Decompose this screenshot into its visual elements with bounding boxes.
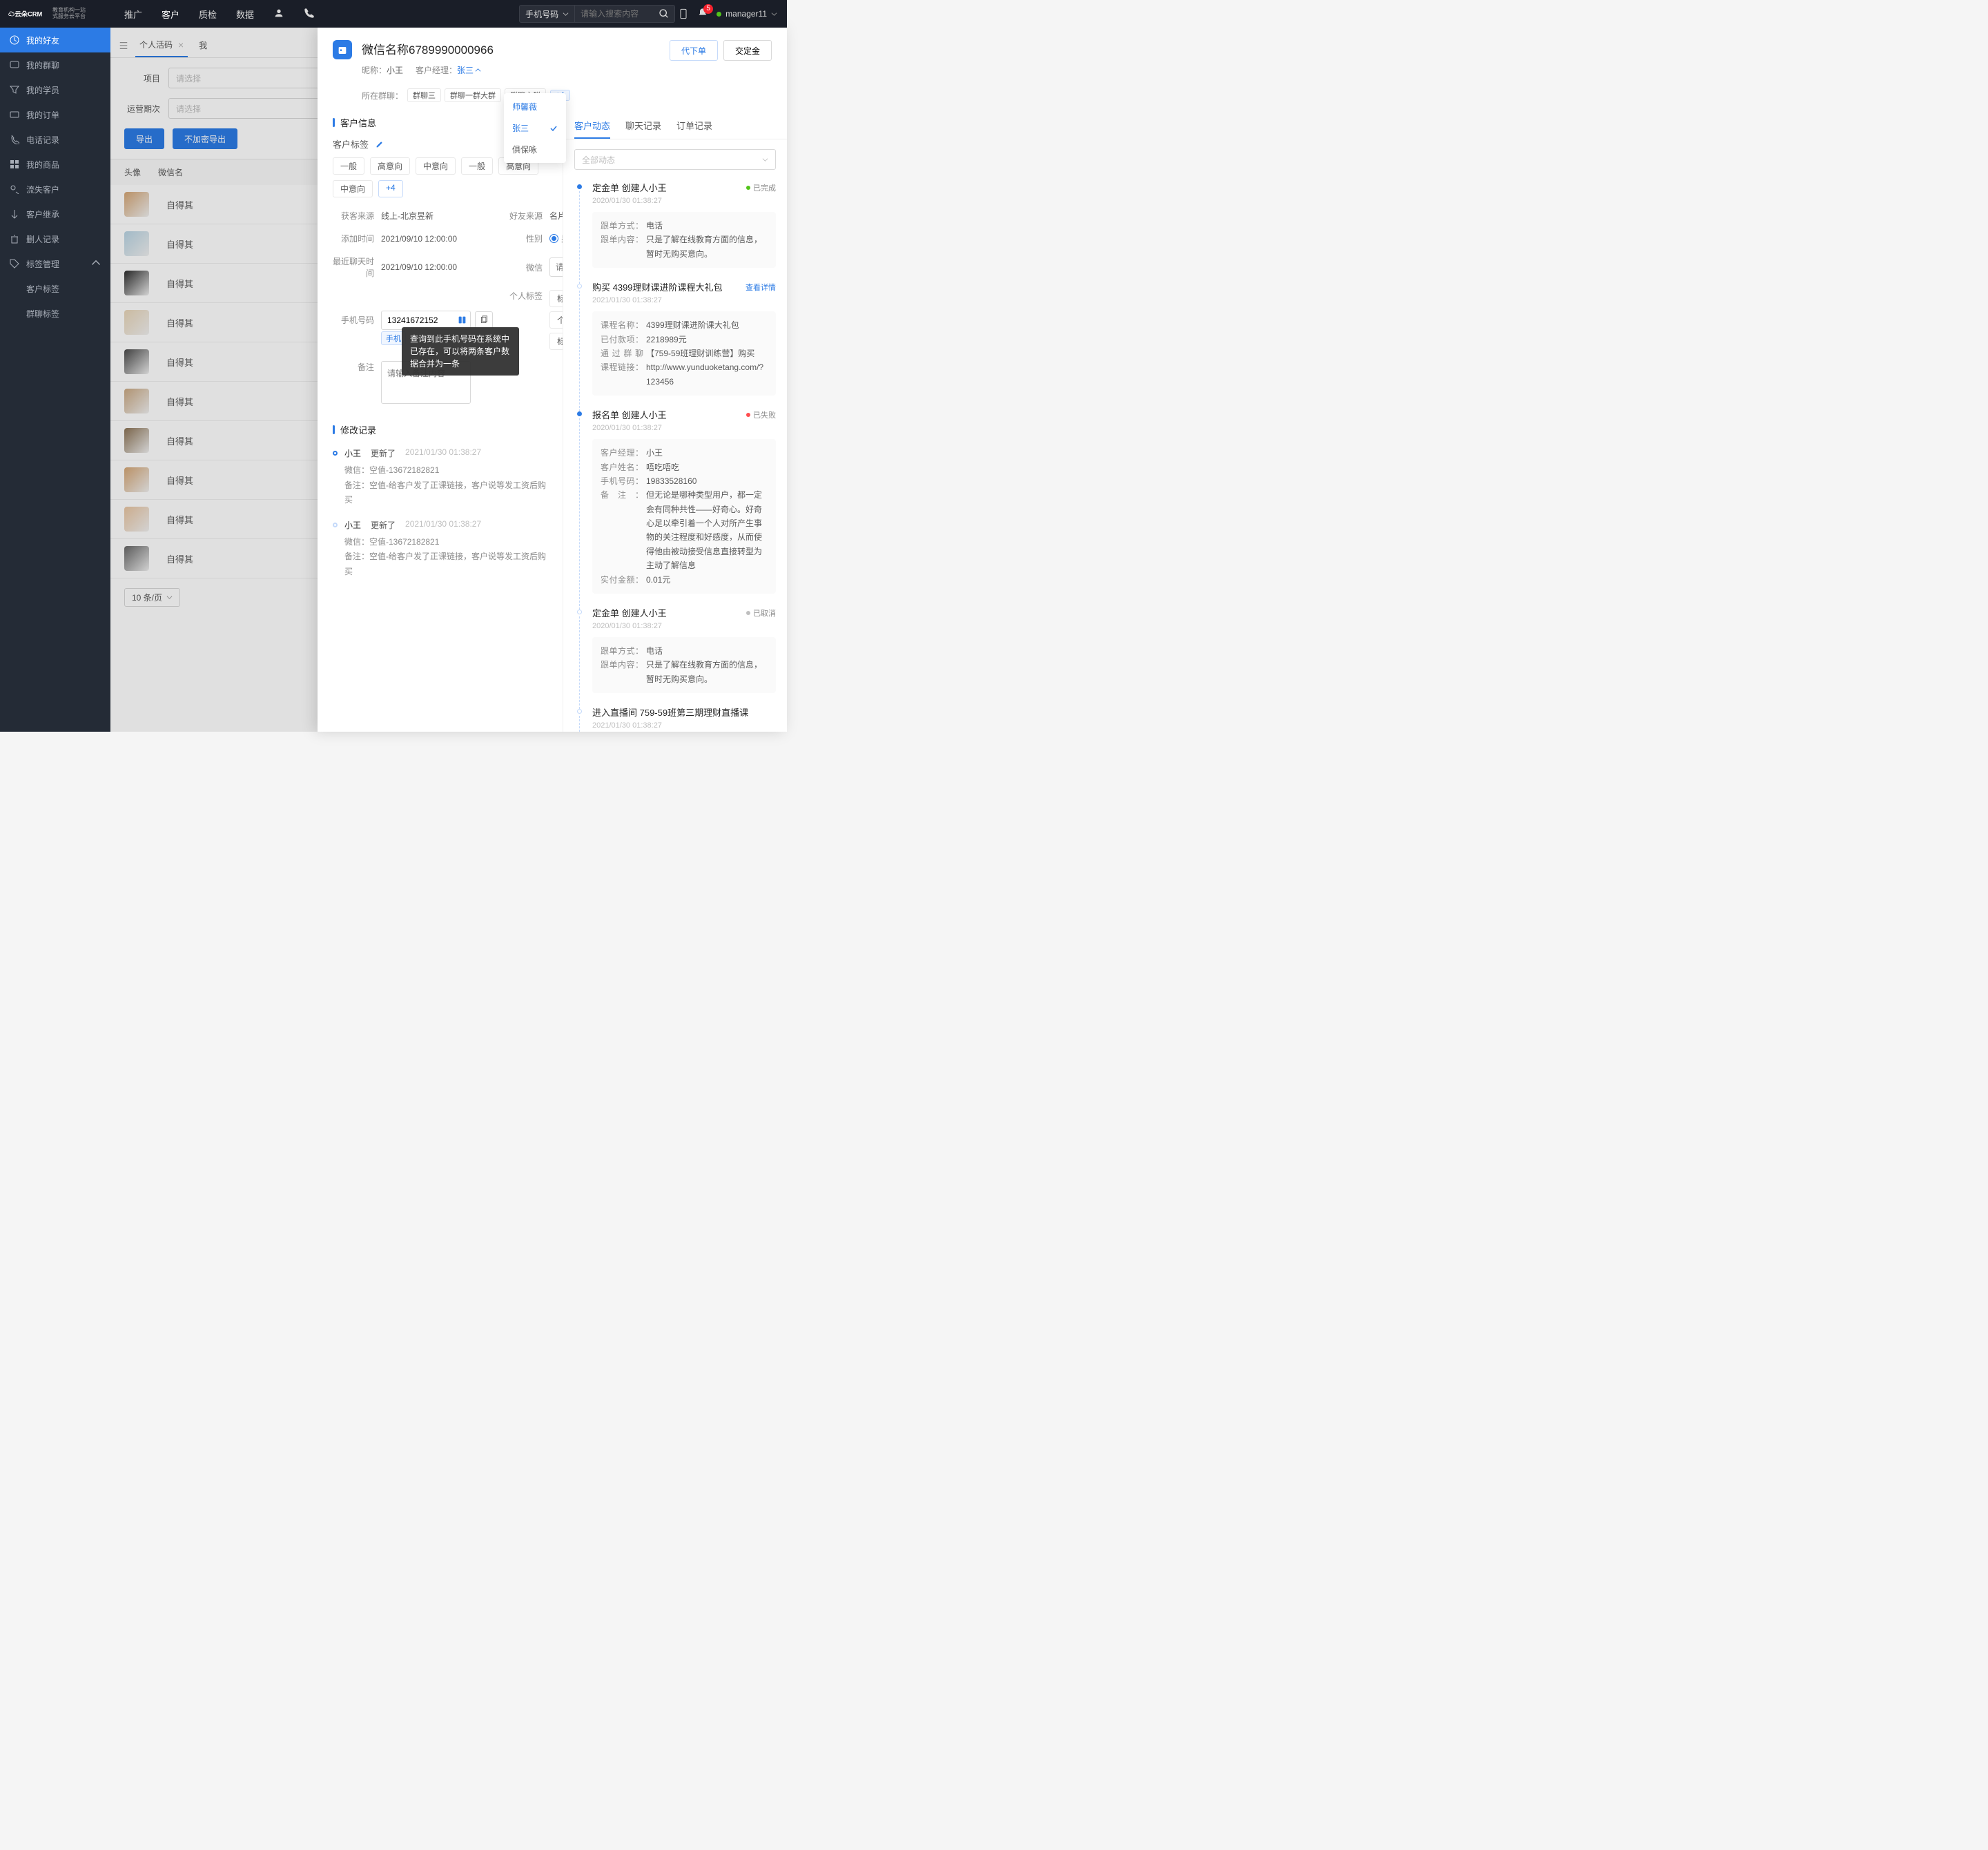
activity-item: 定金单 创建人小王已完成2020/01/30 01:38:27跟单方式：电话跟单…	[578, 181, 776, 280]
activity-item: 购买 4399理财课进阶课程大礼包查看详情2021/01/30 01:38:27…	[578, 280, 776, 408]
phone-icon[interactable]	[304, 8, 315, 19]
app-header: ☁云朵CRM 教育机构一站式服务云平台 推广 客户 质检 数据 手机号码 5 m…	[0, 0, 787, 28]
columns-icon[interactable]	[458, 315, 467, 324]
customer-tag[interactable]: 一般	[333, 157, 364, 175]
sidebar-item-2[interactable]: 我的学员	[0, 77, 110, 102]
manager-dropdown: 师馨薇张三俱保咏	[504, 93, 566, 163]
personal-tag[interactable]: 标签1	[549, 333, 563, 350]
group-chip[interactable]: 群聊三	[407, 88, 441, 102]
tab-activity[interactable]: 客户动态	[574, 119, 610, 139]
header-search: 手机号码	[519, 5, 670, 23]
sidebar-item-4[interactable]: 电话记录	[0, 127, 110, 152]
customer-tag[interactable]: 中意向	[416, 157, 456, 175]
sidebar-item-5[interactable]: 我的商品	[0, 152, 110, 177]
customer-drawer: 微信名称6789990000966 昵称：小王 客户经理：张三 师馨薇张三俱保咏…	[318, 28, 787, 732]
activity-item: 定金单 创建人小王已取消2020/01/30 01:38:27跟单方式：电话跟单…	[578, 606, 776, 705]
activity-item: 进入直播间 759-59班第三期理财直播课2021/01/30 01:38:27…	[578, 705, 776, 732]
customer-tag[interactable]: 一般	[461, 157, 493, 175]
activity-item: 报名单 创建人小王已失败2020/01/30 01:38:27客户经理：小王客户…	[578, 408, 776, 606]
section-modify: 修改记录	[333, 423, 547, 436]
status-dot	[717, 12, 721, 17]
tag-more[interactable]: +4	[378, 180, 403, 197]
group-chip[interactable]: 群聊一群大群	[445, 88, 501, 102]
phone-duplicate-tooltip: 查询到此手机号码在系统中已存在，可以将两条客户数据合并为一条	[402, 327, 519, 376]
notification-badge: 5	[703, 4, 713, 14]
customer-tag[interactable]: 高意向	[370, 157, 410, 175]
copy-phone-button[interactable]	[475, 311, 493, 329]
manager-option[interactable]: 师馨薇	[504, 96, 566, 117]
nav-customer[interactable]: 客户	[162, 8, 179, 21]
deposit-button[interactable]: 交定金	[723, 40, 772, 61]
view-detail[interactable]: 查看详情	[746, 282, 776, 293]
sidebar-item-6[interactable]: 流失客户	[0, 177, 110, 202]
sidebar-item-7[interactable]: 客户继承	[0, 202, 110, 226]
manager-option[interactable]: 张三	[504, 117, 566, 139]
left-sidebar: 我的好友我的群聊我的学员我的订单电话记录我的商品流失客户客户继承删人记录标签管理…	[0, 28, 110, 732]
edit-tags-icon[interactable]	[376, 139, 384, 148]
logo: ☁云朵CRM 教育机构一站式服务云平台	[0, 7, 110, 21]
svg-text:☁云朵CRM: ☁云朵CRM	[8, 10, 42, 17]
sidebar-item-9[interactable]: 标签管理	[0, 251, 110, 276]
tab-chat[interactable]: 聊天记录	[625, 119, 661, 139]
mobile-icon[interactable]	[678, 8, 689, 19]
personal-tag[interactable]: 标签1	[549, 290, 563, 307]
search-type-select[interactable]: 手机号码	[519, 5, 575, 23]
search-icon[interactable]	[659, 8, 670, 19]
modify-item: 小王更新了2021/01/30 01:38:27微信：空值-1367218282…	[333, 445, 547, 516]
sidebar-item-1[interactable]: 我的群聊	[0, 52, 110, 77]
nav-data[interactable]: 数据	[236, 8, 254, 21]
customer-icon	[333, 40, 352, 59]
sidebar-item-0[interactable]: 我的好友	[0, 28, 110, 52]
manager-option[interactable]: 俱保咏	[504, 139, 566, 160]
sidebar-sub[interactable]: 群聊标签	[0, 301, 110, 326]
sidebar-item-3[interactable]: 我的订单	[0, 102, 110, 127]
tab-orders[interactable]: 订单记录	[676, 119, 712, 139]
manager-select[interactable]: 张三	[457, 64, 481, 76]
personal-tag[interactable]: 个人标签12	[549, 311, 563, 329]
top-nav: 推广 客户 质检 数据	[110, 8, 315, 21]
wechat-input[interactable]	[549, 257, 563, 277]
gender-male[interactable]: 男	[549, 233, 563, 244]
notifications[interactable]: 5	[697, 8, 708, 21]
sidebar-item-8[interactable]: 删人记录	[0, 226, 110, 251]
current-user[interactable]: manager11	[717, 9, 777, 19]
user-icon[interactable]	[273, 8, 284, 19]
nav-qc[interactable]: 质检	[199, 8, 217, 21]
drawer-title: 微信名称6789990000966	[362, 40, 660, 57]
proxy-order-button[interactable]: 代下单	[670, 40, 718, 61]
nav-promotion[interactable]: 推广	[124, 8, 142, 21]
customer-tag[interactable]: 中意向	[333, 180, 373, 197]
activity-filter[interactable]: 全部动态	[574, 149, 776, 170]
sidebar-sub[interactable]: 客户标签	[0, 276, 110, 301]
modify-item: 小王更新了2021/01/30 01:38:27微信：空值-1367218282…	[333, 516, 547, 588]
